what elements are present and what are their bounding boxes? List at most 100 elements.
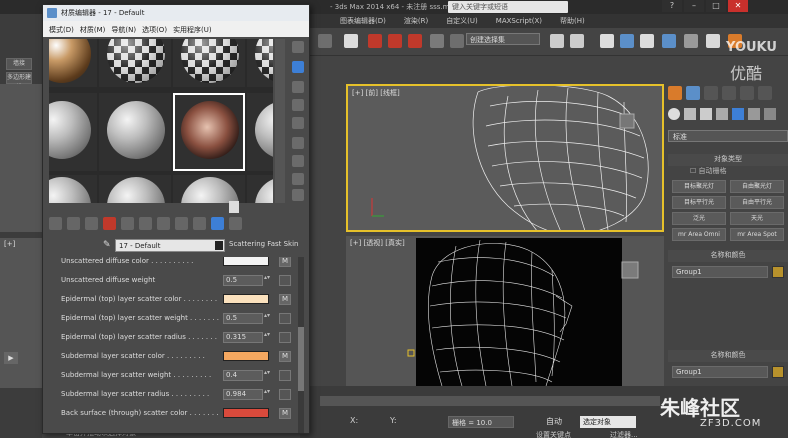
render-setup-icon[interactable] — [344, 34, 358, 48]
cameras-icon[interactable] — [716, 108, 728, 120]
motion-tab-icon[interactable] — [722, 86, 736, 100]
space-warps-icon[interactable] — [748, 108, 760, 120]
menu-graph-editors[interactable]: 图表编辑器(D) — [340, 16, 386, 26]
parameters-scrollbar[interactable] — [298, 257, 304, 433]
mirror-icon[interactable] — [550, 34, 564, 48]
param-map-button[interactable]: M — [279, 351, 291, 362]
snap-toggle-icon[interactable] — [368, 34, 382, 48]
sample-slot[interactable] — [99, 93, 171, 171]
param-color-swatch[interactable] — [223, 351, 269, 361]
param-map-button[interactable]: M — [279, 257, 291, 267]
menu-help[interactable]: 帮助(H) — [560, 16, 585, 26]
spinner-snap-icon[interactable] — [430, 34, 444, 48]
select-by-material-icon[interactable] — [292, 173, 304, 185]
sample-slot[interactable] — [247, 175, 273, 203]
free-direct-button[interactable]: 自由平行光 — [730, 196, 784, 209]
search-input[interactable]: 键入关键字或短语 — [448, 1, 568, 13]
put-to-library-icon[interactable] — [139, 217, 152, 230]
object-name-field-1[interactable]: Group1 — [672, 266, 768, 278]
param-map-button[interactable] — [279, 313, 291, 324]
material-name-dropdown-icon[interactable] — [215, 241, 223, 250]
get-material-icon[interactable] — [49, 217, 62, 230]
ribbon-button-bridge[interactable]: 墙接 — [6, 58, 32, 70]
param-number-field[interactable]: 0.984 — [223, 389, 263, 400]
sample-slots-scrollbar[interactable] — [275, 39, 285, 203]
rollout-name-color-2[interactable]: 名称和颜色 — [668, 350, 788, 362]
systems-icon[interactable] — [764, 108, 776, 120]
material-navigator-icon[interactable] — [292, 189, 304, 201]
make-unique-icon[interactable] — [121, 217, 134, 230]
set-key-button[interactable]: 设置关键点 — [536, 430, 571, 438]
param-spinner-icon[interactable]: ▴▾ — [264, 389, 270, 400]
helpers-icon[interactable] — [732, 108, 744, 120]
render-frame-icon[interactable] — [706, 34, 720, 48]
menu-rendering[interactable]: 渲染(R) — [404, 16, 428, 26]
options-icon[interactable] — [292, 155, 304, 167]
param-map-button[interactable] — [279, 370, 291, 381]
material-editor-icon[interactable] — [684, 34, 698, 48]
skylight-button[interactable]: 天光 — [730, 212, 784, 225]
param-number-field[interactable]: 0.5 — [223, 313, 263, 324]
me-menu-utilities[interactable]: 实用程序(U) — [173, 25, 212, 34]
uv-tiling-icon[interactable] — [292, 99, 304, 111]
graphite-tools-icon[interactable] — [620, 34, 634, 48]
free-spot-button[interactable]: 自由聚光灯 — [730, 180, 784, 193]
param-map-button[interactable] — [279, 389, 291, 400]
param-spinner-icon[interactable]: ▴▾ — [264, 370, 270, 381]
sample-slot[interactable] — [49, 93, 97, 171]
sample-slot[interactable] — [247, 93, 273, 171]
geometry-icon[interactable] — [668, 108, 680, 120]
me-menu-options[interactable]: 选项(O) — [142, 25, 167, 34]
sample-slot[interactable] — [173, 39, 245, 87]
put-to-scene-icon[interactable] — [67, 217, 80, 230]
utilities-tab-icon[interactable] — [758, 86, 772, 100]
param-map-button[interactable] — [279, 332, 291, 343]
sample-slot[interactable] — [173, 175, 245, 203]
rollout-object-type[interactable]: 对象类型 — [668, 154, 788, 166]
modify-tab-icon[interactable] — [686, 86, 700, 100]
maximize-button[interactable]: □ — [706, 0, 726, 12]
display-tab-icon[interactable] — [740, 86, 754, 100]
show-map-icon[interactable] — [175, 217, 188, 230]
object-name-field-2[interactable]: Group1 — [672, 366, 768, 378]
param-number-field[interactable]: 0.4 — [223, 370, 263, 381]
minimize-button[interactable]: – — [684, 0, 704, 12]
align-icon[interactable] — [570, 34, 584, 48]
ribbon-button-poly-modeling[interactable]: 多边形建模 — [6, 72, 32, 91]
mr-area-spot-button[interactable]: mr Area Spot — [730, 228, 784, 241]
material-id-icon[interactable] — [157, 217, 170, 230]
close-button[interactable]: ✕ — [728, 0, 748, 12]
sample-type-icon[interactable] — [292, 41, 304, 53]
menu-customize[interactable]: 自定义(U) — [446, 16, 478, 26]
param-color-swatch[interactable] — [223, 257, 269, 266]
curve-editor-icon[interactable] — [640, 34, 654, 48]
param-color-swatch[interactable] — [223, 294, 269, 304]
sample-slot[interactable] — [49, 39, 97, 87]
me-menu-modes[interactable]: 模式(D) — [49, 25, 74, 34]
param-number-field[interactable]: 0.315 — [223, 332, 263, 343]
material-type-button[interactable]: Scattering Fast Skin — [229, 240, 309, 253]
param-spinner-icon[interactable]: ▴▾ — [264, 332, 270, 343]
angle-snap-icon[interactable] — [388, 34, 402, 48]
sample-slot-active[interactable] — [173, 93, 245, 171]
schematic-view-icon[interactable] — [662, 34, 676, 48]
mr-area-omni-button[interactable]: mr Area Omni — [672, 228, 726, 241]
param-map-button[interactable]: M — [279, 294, 291, 305]
param-map-button[interactable] — [279, 275, 291, 286]
sample-slot[interactable] — [49, 175, 97, 203]
make-preview-icon[interactable] — [292, 137, 304, 149]
material-editor-titlebar[interactable]: 材质编辑器 - 17 - Default — [43, 5, 309, 21]
play-animation-button[interactable]: ▶ — [4, 352, 18, 364]
named-selection-set-dropdown[interactable]: 创建选择集 — [466, 33, 540, 45]
show-end-result-icon[interactable] — [193, 217, 206, 230]
slots-scroll-thumb[interactable] — [229, 201, 239, 213]
info-button[interactable]: ? — [662, 0, 682, 12]
key-filter-dropdown[interactable]: 选定对象 — [580, 416, 636, 428]
viewport-perspective[interactable]: [+] [透视] [真实] — [346, 236, 664, 386]
param-map-button[interactable]: M — [279, 408, 291, 419]
go-forward-sibling-icon[interactable] — [229, 217, 242, 230]
go-to-parent-icon[interactable] — [211, 217, 224, 230]
create-tab-icon[interactable] — [668, 86, 682, 100]
object-color-swatch-2[interactable] — [772, 366, 784, 378]
menu-maxscript[interactable]: MAXScript(X) — [496, 17, 542, 25]
